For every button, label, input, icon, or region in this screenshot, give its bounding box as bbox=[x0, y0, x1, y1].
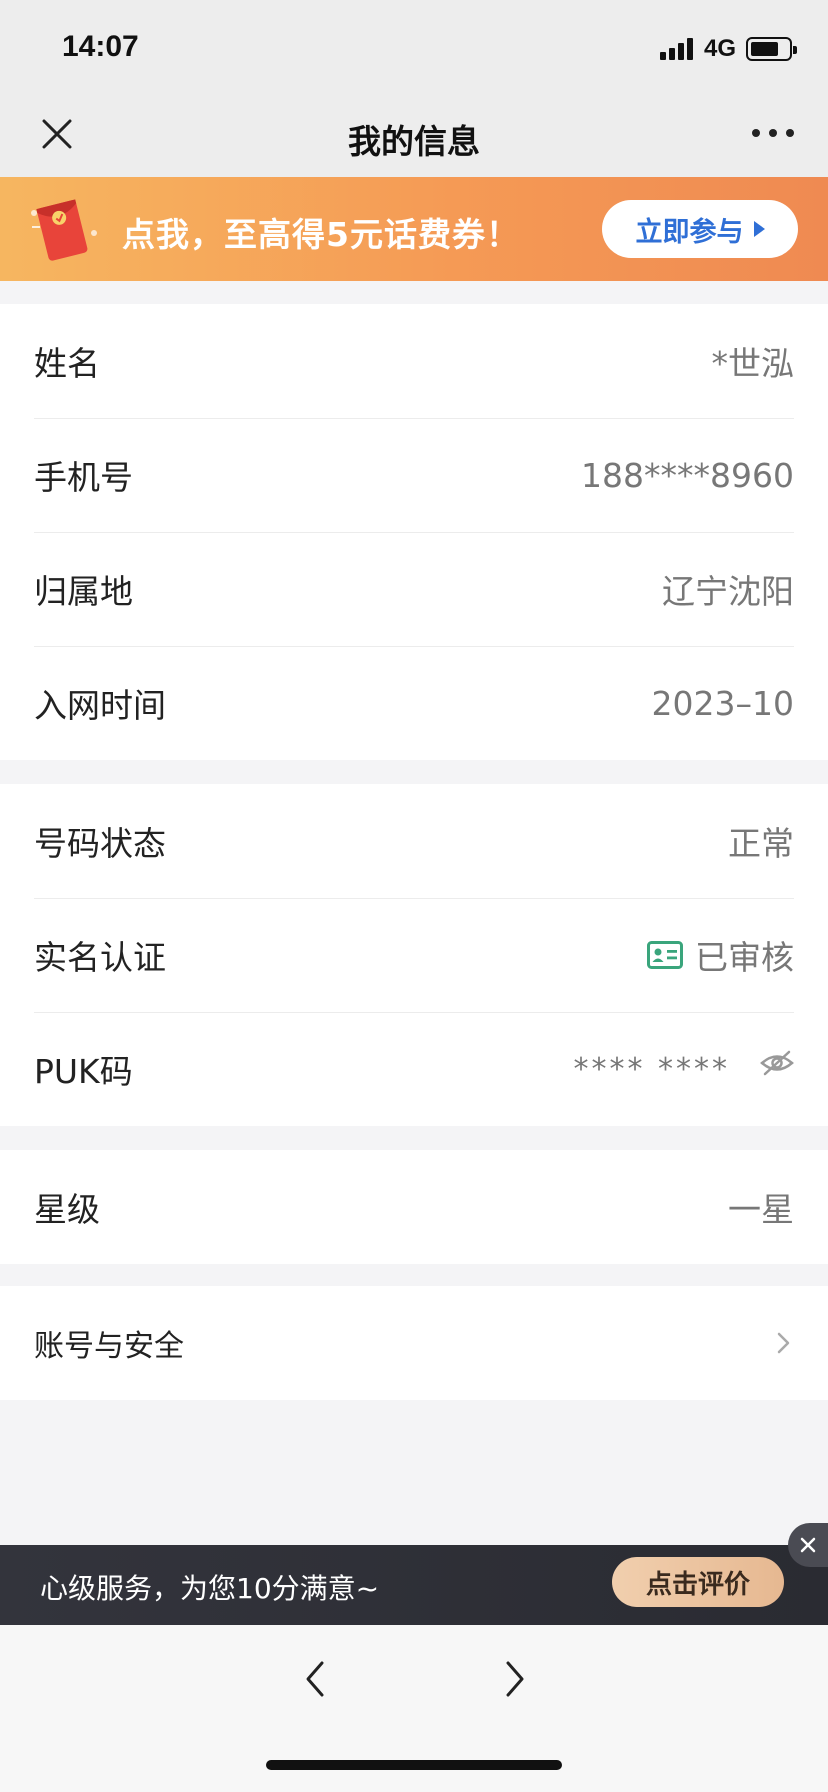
row-join-date: 入网时间 2023–10 bbox=[0, 646, 828, 760]
play-arrow-icon bbox=[753, 221, 765, 237]
realname-label: 实名认证 bbox=[34, 938, 166, 977]
join-now-label: 立即参与 bbox=[635, 216, 744, 248]
service-text: 心级服务，为您10分满意~ bbox=[40, 1572, 380, 1605]
rate-button-label: 点击评价 bbox=[645, 1569, 750, 1600]
location-value: 辽宁沈阳 bbox=[662, 572, 794, 611]
name-label: 姓名 bbox=[34, 344, 100, 383]
status-time: 14:07 bbox=[62, 30, 139, 63]
nav-bar: 我的信息 bbox=[0, 95, 828, 177]
id-card-icon bbox=[647, 941, 683, 969]
home-indicator[interactable] bbox=[266, 1760, 562, 1770]
red-envelope-icon bbox=[31, 199, 97, 261]
account-security-link[interactable]: 账号与安全 bbox=[0, 1286, 828, 1400]
status-bar: 14:07 4G bbox=[0, 0, 828, 95]
promo-text: 点我，至高得5元话费券！ bbox=[122, 215, 520, 254]
signal-icon bbox=[659, 38, 696, 60]
row-star-level: 星级 一星 bbox=[0, 1150, 828, 1264]
row-realname: 实名认证 已审核 bbox=[0, 898, 828, 1012]
star-label: 星级 bbox=[34, 1190, 100, 1229]
join-date-label: 入网时间 bbox=[34, 686, 166, 725]
account-security-label: 账号与安全 bbox=[34, 1329, 184, 1364]
battery-icon bbox=[746, 37, 797, 61]
puk-value: **** **** bbox=[573, 1051, 730, 1087]
star-value: 一星 bbox=[728, 1190, 794, 1229]
number-status-value: 正常 bbox=[728, 824, 794, 863]
puk-value-wrap: **** **** bbox=[573, 1050, 794, 1087]
info-group-star: 星级 一星 bbox=[0, 1150, 828, 1264]
phone-value: 188****8960 bbox=[581, 455, 794, 495]
status-indicators: 4G bbox=[659, 35, 797, 62]
row-puk: PUK码 **** **** bbox=[0, 1012, 828, 1126]
name-value: *世泓 bbox=[711, 344, 795, 383]
chevron-right-icon bbox=[777, 1332, 790, 1354]
rate-button[interactable]: 点击评价 bbox=[612, 1557, 784, 1607]
page-title: 我的信息 bbox=[348, 122, 480, 161]
close-icon[interactable] bbox=[788, 1523, 828, 1567]
back-arrow-icon[interactable] bbox=[300, 1657, 330, 1701]
row-location: 归属地 辽宁沈阳 bbox=[0, 532, 828, 646]
number-status-label: 号码状态 bbox=[34, 824, 166, 863]
row-number-status: 号码状态 正常 bbox=[0, 784, 828, 898]
info-group-account: 账号与安全 bbox=[0, 1286, 828, 1400]
browser-toolbar bbox=[0, 1625, 828, 1792]
forward-arrow-icon[interactable] bbox=[500, 1657, 530, 1701]
info-group-status: 号码状态 正常 实名认证 已审核 PUK码 **** **** bbox=[0, 784, 828, 1126]
promo-banner[interactable]: 点我，至高得5元话费券！ 立即参与 bbox=[0, 177, 828, 281]
info-group-basic: 姓名 *世泓 手机号 188****8960 归属地 辽宁沈阳 入网时间 202… bbox=[0, 304, 828, 760]
puk-label: PUK码 bbox=[34, 1052, 133, 1091]
eye-hidden-icon[interactable] bbox=[760, 1048, 794, 1078]
location-label: 归属地 bbox=[34, 572, 133, 611]
service-bar: 心级服务，为您10分满意~ 点击评价 bbox=[0, 1523, 828, 1625]
network-label: 4G bbox=[703, 35, 736, 62]
row-name: 姓名 *世泓 bbox=[0, 304, 828, 418]
row-phone: 手机号 188****8960 bbox=[0, 418, 828, 532]
screen: 14:07 4G 我的信息 点我，至高得5元话费券！ 立即参与 姓名 *世泓 手… bbox=[0, 0, 828, 1792]
phone-label: 手机号 bbox=[34, 458, 133, 497]
join-now-button[interactable]: 立即参与 bbox=[602, 200, 798, 258]
join-date-value: 2023–10 bbox=[651, 683, 794, 723]
realname-value-wrap: 已审核 bbox=[647, 931, 794, 979]
realname-value: 已审核 bbox=[695, 938, 794, 977]
more-icon[interactable] bbox=[752, 129, 794, 141]
